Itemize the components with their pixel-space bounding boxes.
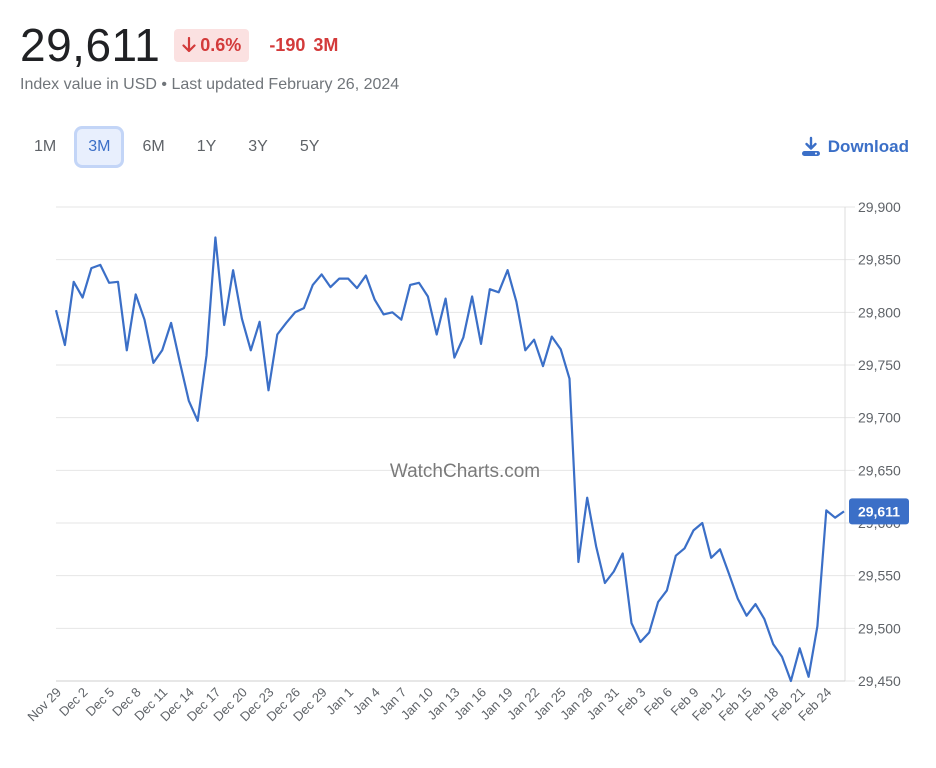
last-value-badge: 29,611 [849, 498, 909, 525]
y-tick-label: 29,750 [858, 357, 901, 373]
price-header: 29,611 0.6% -190 3M [20, 18, 338, 72]
y-tick-label: 29,850 [858, 252, 901, 268]
x-tick-label: Dec 2 [56, 685, 91, 720]
range-1m-button[interactable]: 1M [20, 126, 70, 168]
x-tick-label: Dec 5 [83, 685, 118, 720]
last-value-label: 29,611 [858, 503, 900, 519]
x-tick-label: Jan 1 [323, 685, 356, 718]
change-percent-badge: 0.6% [174, 28, 250, 62]
subtitle: Index value in USD • Last updated Februa… [20, 76, 400, 93]
range-selector: 1M 3M 6M 1Y 3Y 5Y [20, 126, 337, 168]
change-period: 3M [313, 34, 339, 55]
current-price: 29,611 [20, 19, 161, 71]
y-tick-label: 29,800 [858, 304, 901, 320]
download-button[interactable]: Download [800, 136, 909, 158]
y-tick-label: 29,700 [858, 410, 901, 426]
download-icon [801, 136, 820, 156]
x-tick-label: Nov 29 [24, 685, 64, 725]
y-tick-label: 29,900 [858, 199, 901, 215]
series-line [54, 236, 845, 683]
x-tick-label: Feb 6 [641, 685, 675, 719]
range-3y-button[interactable]: 3Y [234, 126, 282, 168]
range-5y-button[interactable]: 5Y [286, 126, 334, 168]
y-tick-label: 29,500 [858, 620, 901, 636]
line-chart: 29,45029,50029,55029,60029,65029,70029,7… [24, 199, 909, 725]
download-label: Download [827, 137, 909, 156]
grid-lines [56, 206, 855, 682]
axes [56, 207, 846, 682]
y-axis-ticks: 29,45029,50029,55029,60029,65029,70029,7… [858, 199, 901, 689]
x-axis-ticks: Nov 29Dec 2Dec 5Dec 8Dec 11Dec 14Dec 17D… [24, 685, 834, 725]
range-6m-button[interactable]: 6M [128, 126, 178, 168]
y-tick-label: 29,650 [858, 462, 901, 478]
y-tick-label: 29,550 [858, 568, 901, 584]
range-1y-button[interactable]: 1Y [183, 126, 231, 168]
change-percent: 0.6% [200, 34, 242, 55]
change-absolute: -190 [269, 34, 306, 55]
x-tick-label: Jan 4 [350, 685, 383, 718]
watermark: WatchCharts.com [390, 461, 540, 482]
range-3m-button[interactable]: 3M [74, 126, 125, 168]
x-tick-label: Feb 3 [614, 685, 648, 719]
y-tick-label: 29,450 [858, 673, 901, 689]
arrow-down-icon [182, 37, 196, 53]
